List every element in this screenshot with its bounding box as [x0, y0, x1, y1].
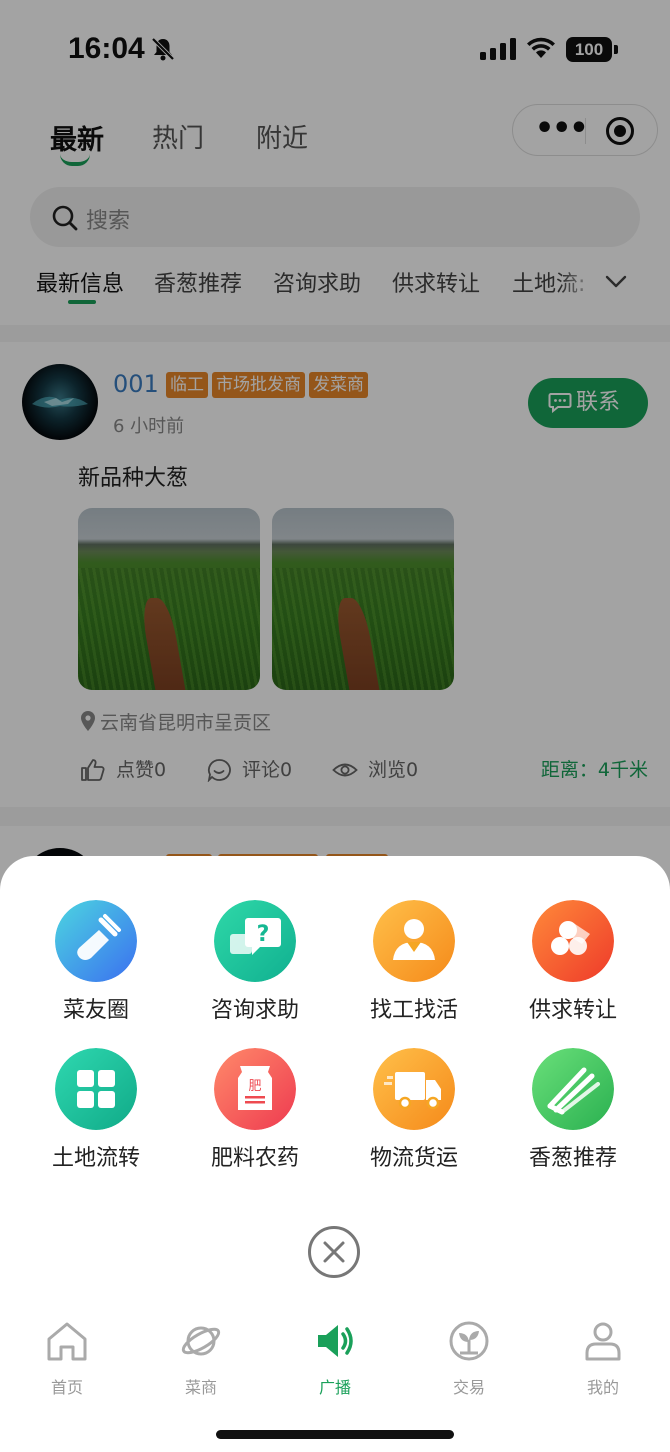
tab-label: 菜商	[184, 1378, 217, 1397]
action-label: 咨询求助	[210, 998, 299, 1023]
user-icon	[585, 1322, 621, 1361]
action-find-work[interactable]: 找工找活	[354, 900, 474, 1040]
action-vegetable-circle[interactable]: 菜友圈	[36, 900, 156, 1040]
truck-icon	[373, 1048, 455, 1130]
action-consult-help[interactable]: ? 咨询求助	[195, 900, 315, 1040]
fertilizer-bag-icon: 肥	[214, 1048, 296, 1130]
shovel-icon	[55, 900, 137, 982]
action-label: 供求转让	[528, 998, 617, 1023]
land-grid-icon	[55, 1048, 137, 1130]
action-land-transfer[interactable]: 土地流转	[36, 1048, 156, 1188]
action-logistics[interactable]: 物流货运	[354, 1048, 474, 1188]
tab-trade[interactable]: 交易	[419, 1320, 519, 1400]
action-label: 土地流转	[51, 1146, 140, 1171]
logs-icon	[532, 900, 614, 982]
speaker-icon	[318, 1325, 353, 1357]
action-label: 菜友圈	[62, 998, 129, 1023]
tab-vendors[interactable]: 菜商	[151, 1320, 251, 1400]
question-chat-icon: ?	[214, 900, 296, 982]
tab-broadcast[interactable]: 广播	[285, 1320, 385, 1400]
action-fertilizer[interactable]: 肥 肥料农药	[195, 1048, 315, 1188]
svg-text:?: ?	[257, 922, 270, 947]
scallion-icon	[532, 1048, 614, 1130]
action-label: 肥料农药	[210, 1146, 299, 1171]
svg-text:肥: 肥	[248, 1079, 261, 1094]
close-sheet-button[interactable]	[308, 1226, 360, 1278]
tab-label: 我的	[586, 1378, 619, 1397]
worker-icon	[373, 900, 455, 982]
tab-label: 交易	[452, 1378, 485, 1397]
action-label: 香葱推荐	[528, 1146, 617, 1171]
action-supply-transfer[interactable]: 供求转让	[513, 900, 633, 1040]
tab-label: 广播	[318, 1378, 351, 1397]
planet-icon	[181, 1326, 221, 1356]
tab-label: 首页	[50, 1378, 83, 1397]
close-icon	[323, 1241, 345, 1263]
tab-home[interactable]: 首页	[17, 1320, 117, 1400]
home-icon	[47, 1322, 87, 1361]
action-label: 物流货运	[369, 1146, 458, 1171]
action-label: 找工找活	[369, 998, 458, 1023]
action-scallion-recommend[interactable]: 香葱推荐	[513, 1048, 633, 1188]
tab-profile[interactable]: 我的	[553, 1320, 653, 1400]
bottom-tab-bar: 首页 菜商 广播 交易 我的	[0, 1310, 670, 1452]
sprout-icon	[449, 1321, 489, 1361]
home-indicator	[216, 1430, 454, 1439]
